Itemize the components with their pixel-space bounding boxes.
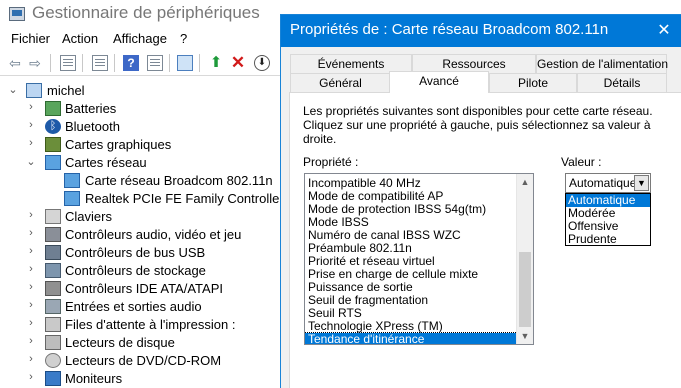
chevron-down-icon[interactable]: ⌄ <box>26 155 36 168</box>
property-label: Propriété : <box>303 155 359 169</box>
computer-icon <box>26 83 42 98</box>
chevron-right-icon[interactable]: › <box>26 353 36 365</box>
scan-monitor-icon[interactable] <box>177 55 193 71</box>
scrollbar-thumb[interactable] <box>519 252 531 327</box>
toolbar-separator <box>82 54 83 72</box>
dvd-icon <box>45 353 61 368</box>
close-icon[interactable]: ✕ <box>647 15 681 47</box>
network-adapter-icon <box>64 191 80 206</box>
chevron-right-icon[interactable]: › <box>26 245 36 257</box>
tree-root-label: michel <box>47 83 85 98</box>
chevron-right-icon[interactable]: › <box>26 263 36 275</box>
graphics-card-icon <box>45 137 61 152</box>
tree-category-label: Moniteurs <box>65 371 123 386</box>
tree-category-label: Lecteurs de DVD/CD-ROM <box>65 353 222 368</box>
chevron-down-icon[interactable]: ⌄ <box>8 83 18 96</box>
tree-category-label: Files d'attente à l'impression : <box>65 317 236 332</box>
chevron-right-icon[interactable]: › <box>26 137 36 149</box>
tree-category-label: Contrôleurs de bus USB <box>65 245 206 260</box>
tree-category-label: Entrées et sorties audio <box>65 299 202 314</box>
tab-avance[interactable]: Avancé <box>389 71 489 93</box>
menu-action[interactable]: Action <box>62 31 98 46</box>
audio-io-icon <box>45 299 61 314</box>
tree-category-label: Contrôleurs de stockage <box>65 263 206 278</box>
chevron-right-icon[interactable]: › <box>26 335 36 347</box>
tree-device-label: Realtek PCIe FE Family Controller <box>85 191 284 206</box>
monitor-icon <box>45 371 61 386</box>
keyboard-icon <box>45 209 61 224</box>
properties-sheet-icon[interactable] <box>60 55 76 71</box>
chevron-right-icon[interactable]: › <box>26 227 36 239</box>
tab-pilote[interactable]: Pilote <box>489 73 577 93</box>
toolbar-separator <box>169 54 170 72</box>
menu-affichage[interactable]: Affichage <box>113 31 167 46</box>
help-icon[interactable]: ? <box>123 55 139 71</box>
chevron-right-icon[interactable]: › <box>26 101 36 113</box>
tree-category-label: Contrôleurs IDE ATA/ATAPI <box>65 281 223 296</box>
scroll-up-icon[interactable]: ▲ <box>517 174 533 190</box>
listbox-scrollbar[interactable]: ▲ ▼ <box>516 174 533 344</box>
tree-category-label: Batteries <box>65 101 117 116</box>
chevron-right-icon[interactable]: › <box>26 299 36 311</box>
value-label: Valeur : <box>561 155 602 169</box>
property-listbox[interactable]: Incompatible 40 MHz Mode de compatibilit… <box>304 173 534 345</box>
value-option[interactable]: Prudente <box>566 233 650 246</box>
bluetooth-icon: ᛒ <box>45 119 61 134</box>
update-driver-icon[interactable]: ⬇ <box>254 55 270 71</box>
value-combobox-text: Automatique <box>569 176 637 190</box>
properties-dialog: Propriétés de : Carte réseau Broadcom 80… <box>280 14 681 388</box>
toolbar-separator <box>114 54 115 72</box>
tree-category-label: Cartes graphiques <box>65 137 172 152</box>
advanced-tab-panel: Les propriétés suivantes sont disponible… <box>289 92 681 388</box>
toolbar-separator <box>199 54 200 72</box>
show-hidden-icon[interactable] <box>147 55 163 71</box>
tree-category-label: Bluetooth <box>65 119 120 134</box>
chevron-right-icon[interactable]: › <box>26 371 36 383</box>
chevron-right-icon[interactable]: › <box>26 317 36 329</box>
list-view-icon[interactable] <box>92 55 108 71</box>
disk-drive-icon <box>45 335 61 350</box>
scroll-down-icon[interactable]: ▼ <box>517 328 533 344</box>
tree-category-label: Lecteurs de disque <box>65 335 175 350</box>
network-adapter-icon <box>64 173 80 188</box>
chevron-right-icon[interactable]: › <box>26 209 36 221</box>
tree-category-label: Contrôleurs audio, vidéo et jeu <box>65 227 242 242</box>
tab-gestion-alimentation[interactable]: Gestion de l'alimentation <box>536 54 668 74</box>
forward-arrow-icon[interactable]: ⇨ <box>27 55 43 71</box>
panel-description: Les propriétés suivantes sont disponible… <box>303 104 653 146</box>
menu-fichier[interactable]: Fichier <box>11 31 50 46</box>
printer-icon <box>45 317 61 332</box>
property-item-selected[interactable]: Tendance d'itinérance <box>305 332 518 344</box>
sound-icon <box>45 227 61 242</box>
storage-icon <box>45 263 61 278</box>
dialog-titlebar[interactable]: Propriétés de : Carte réseau Broadcom 80… <box>281 15 681 47</box>
toolbar-separator <box>50 54 51 72</box>
tree-device-label: Carte réseau Broadcom 802.11n <box>85 173 273 188</box>
chevron-down-icon[interactable]: ▼ <box>634 175 649 191</box>
device-manager-title: Gestionnaire de périphériques <box>32 3 260 22</box>
ide-icon <box>45 281 61 296</box>
screen: Gestionnaire de périphériques Fichier Ac… <box>0 0 681 388</box>
back-arrow-icon[interactable]: ⇦ <box>7 55 23 71</box>
tree-category-label: Cartes réseau <box>65 155 147 170</box>
uninstall-device-icon[interactable]: ✕ <box>230 54 246 71</box>
device-tree: ⌄ michel › Batteries › ᛒ Bluetooth › Car… <box>0 77 300 388</box>
tree-category-label: Claviers <box>65 209 112 224</box>
device-manager-app-icon <box>9 7 25 21</box>
chevron-right-icon[interactable]: › <box>26 281 36 293</box>
tab-details[interactable]: Détails <box>577 73 667 93</box>
menu-help[interactable]: ? <box>180 31 187 46</box>
value-combobox[interactable]: Automatique ▼ <box>565 173 651 193</box>
dialog-title: Propriétés de : Carte réseau Broadcom 80… <box>290 21 609 38</box>
value-dropdown-list[interactable]: Automatique Modérée Offensive Prudente <box>565 193 651 246</box>
chevron-right-icon[interactable]: › <box>26 119 36 131</box>
network-adapter-icon <box>45 155 61 170</box>
tab-general[interactable]: Général <box>290 73 391 93</box>
usb-icon <box>45 245 61 260</box>
enable-device-icon[interactable]: ⬆ <box>208 55 224 71</box>
battery-icon <box>45 101 61 116</box>
